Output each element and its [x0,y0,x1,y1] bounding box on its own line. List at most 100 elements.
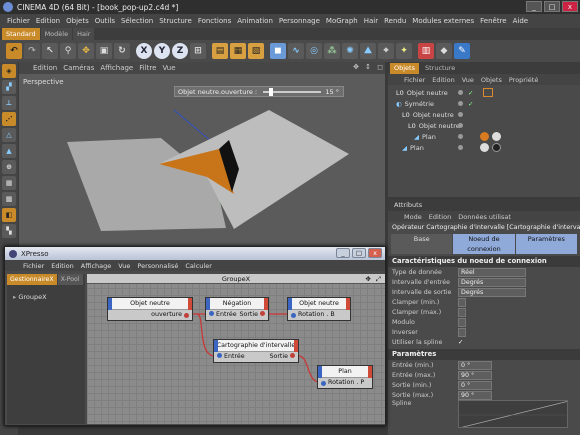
output-min-field[interactable]: 0 ° [458,380,492,390]
viewport-menu-affichage[interactable]: Affichage [100,64,133,72]
deformer-icon[interactable]: ✺ [342,43,358,59]
objects-menu-propriete[interactable]: Propriété [509,76,538,84]
spline-curve-editor[interactable] [458,400,568,428]
menu-fonctions[interactable]: Fonctions [195,17,234,25]
rotate-icon[interactable]: ↻ [114,43,130,59]
xpresso-node-graph[interactable]: GroupeX ✥ ⤢ Objet neutre ouverture Négat… [87,274,385,424]
tab-noeud-connexion[interactable]: Noeud de connexion [453,234,515,254]
viewport-menu-edition[interactable]: Edition [33,64,57,72]
viewport-move-icon[interactable]: ✥ [353,63,359,71]
objects-menu-fichier[interactable]: Fichier [404,76,425,84]
scene-icon[interactable]: ⛰ [360,43,376,59]
menu-outils[interactable]: Outils [92,17,118,25]
visibility-dot-icon[interactable] [458,101,463,106]
menu-rendu[interactable]: Rendu [381,17,409,25]
camera-icon[interactable]: ⌖ [378,43,394,59]
tree-item-groupex[interactable]: ▸ GroupeX [7,285,85,301]
node-output-port-icon[interactable] [346,298,350,310]
close-button[interactable]: x [562,1,578,12]
tab-modele[interactable]: Modèle [40,28,73,40]
node-cartographie-intervalle[interactable]: Cartographie d'intervalle Entrée Sortie [213,339,299,363]
move-icon[interactable]: ✥ [78,43,94,59]
object-row[interactable]: L0 Objet neutre ✓ [388,87,580,98]
input-dot-icon[interactable] [291,312,296,318]
snap-icon[interactable]: ⊕ [2,160,16,174]
attributes-menu-donnees[interactable]: Données utilisat [458,213,511,221]
input-max-field[interactable]: 90 ° [458,370,492,380]
clamp-max-checkbox[interactable] [458,307,466,317]
output-range-select[interactable]: Degrés [458,287,526,297]
material-icon[interactable] [492,132,501,141]
light-icon[interactable]: ✦ [396,43,412,59]
object-row[interactable]: ◢ Plan [388,131,580,142]
material-icon[interactable] [480,132,489,141]
live-select-icon[interactable]: ↖ [42,43,58,59]
tag-icon[interactable]: ◆ [436,43,452,59]
polygon-mode-icon[interactable]: ▲ [2,144,16,158]
axis-y-button[interactable]: Y [154,43,170,59]
viewport-menu-cameras[interactable]: Caméras [63,64,94,72]
coordinate-system-icon[interactable]: ⊞ [190,43,206,59]
data-type-select[interactable]: Réel [458,267,526,277]
menu-personnage[interactable]: Personnage [276,17,323,25]
menu-hair[interactable]: Hair [361,17,381,25]
spline-icon[interactable]: ∿ [288,43,304,59]
node-output-port-icon[interactable] [188,298,192,310]
visibility-dot-icon[interactable] [458,123,463,128]
visibility-dot-icon[interactable] [458,90,463,95]
menu-fenetre[interactable]: Fenêtre [477,17,509,25]
xpresso-maximize-button[interactable]: □ [352,248,366,258]
checker-icon[interactable]: ▚ [2,224,16,238]
tab-standard[interactable]: Standard [2,28,40,40]
tab-xpool[interactable]: X-Pool [57,274,83,285]
node-input-port-icon[interactable] [108,298,112,310]
grid-icon[interactable]: ▩ [2,192,16,206]
menu-selection[interactable]: Sélection [118,17,156,25]
objects-menu-edition[interactable]: Edition [432,76,455,84]
viewport-menu-vue[interactable]: Vue [162,64,175,72]
attributes-menu-mode[interactable]: Mode [404,213,422,221]
undo-icon[interactable]: ↶ [6,43,22,59]
check-icon[interactable]: ✓ [468,100,473,108]
script-icon[interactable]: ▥ [418,43,434,59]
edge-mode-icon[interactable]: △ [2,128,16,142]
xpresso-menu-fichier[interactable]: Fichier [23,262,44,270]
xpresso-menu-personnalise[interactable]: Personnalisé [137,262,178,270]
menu-aide[interactable]: Aide [510,17,531,25]
workplane-icon[interactable]: ▦ [2,176,16,190]
xpresso-close-button[interactable]: x [368,248,382,258]
node-input-port-icon[interactable] [214,340,218,352]
clamp-min-checkbox[interactable] [458,297,466,307]
output-dot-icon[interactable] [290,353,295,358]
xpresso-menu-affichage[interactable]: Affichage [81,262,112,270]
xpresso-menu-vue[interactable]: Vue [118,262,130,270]
input-dot-icon[interactable] [217,353,222,358]
menu-edition[interactable]: Edition [33,17,63,25]
xpresso-minimize-button[interactable]: _ [336,248,350,258]
xpresso-menu-calculer[interactable]: Calculer [185,262,212,270]
lock-workplane-icon[interactable]: ◧ [2,208,16,222]
visibility-dot-icon[interactable] [458,112,463,117]
section-parameters[interactable]: Paramètres [388,349,580,360]
output-dot-icon[interactable] [184,312,189,318]
object-row[interactable]: L0 Objet neutre [388,109,580,120]
menu-objets[interactable]: Objets [63,17,92,25]
point-mode-icon[interactable]: ⋰ [2,112,16,126]
zoom-icon[interactable]: ⚲ [60,43,76,59]
render-picture-viewer-icon[interactable]: ▦ [230,43,246,59]
cube-icon[interactable]: ◼ [270,43,286,59]
node-output-port-icon[interactable] [368,366,372,378]
menu-mograph[interactable]: MoGraph [323,17,361,25]
visibility-dot-icon[interactable] [458,145,463,150]
axis-z-button[interactable]: Z [172,43,188,59]
invert-checkbox[interactable] [458,327,466,337]
object-row[interactable]: ◢ Plan [388,142,580,153]
axis-x-button[interactable]: X [136,43,152,59]
section-node-characteristics[interactable]: Caractéristiques du noeud de connexion [388,256,580,267]
nurbs-icon[interactable]: ◎ [306,43,322,59]
tab-gestionnaire[interactable]: GestionnaireX [7,274,57,285]
object-row[interactable]: ◐ Symétrie ✓ [388,98,580,109]
texture-mode-icon[interactable]: ▞ [2,80,16,94]
xpresso-menu-edition[interactable]: Edition [51,262,74,270]
menu-structure[interactable]: Structure [156,17,195,25]
